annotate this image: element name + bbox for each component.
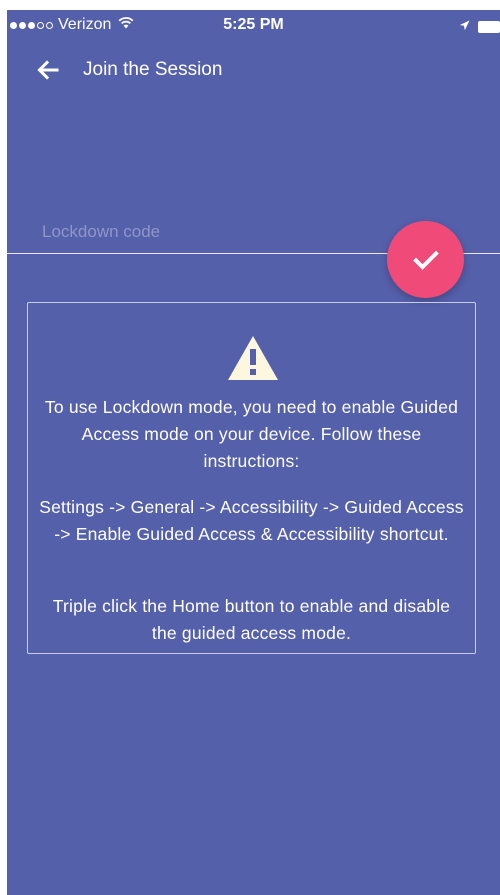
- arrow-left-icon: [37, 60, 59, 80]
- page-title: Join the Session: [83, 59, 223, 80]
- location-arrow-icon: [459, 18, 470, 36]
- status-bar: Verizon 5:25 PM: [7, 10, 500, 40]
- warning-triangle-icon: [227, 335, 279, 386]
- submit-button[interactable]: [387, 221, 464, 298]
- info-paragraph-enable: To use Lockdown mode, you need to enable…: [44, 397, 459, 471]
- status-right: [459, 18, 500, 36]
- battery-icon: [478, 21, 500, 33]
- app-screen: Verizon 5:25 PM Join the Session Lockdow…: [7, 10, 500, 895]
- back-button[interactable]: [35, 56, 63, 84]
- info-paragraph-triple-click: Triple click the Home button to enable a…: [52, 596, 451, 643]
- guided-access-info-box: To use Lockdown mode, you need to enable…: [27, 302, 476, 654]
- app-bar: Join the Session: [7, 52, 500, 88]
- info-paragraph-settings-path: Settings -> General -> Accessibility -> …: [39, 497, 464, 544]
- status-time: 5:25 PM: [223, 16, 284, 33]
- checkmark-icon: [412, 250, 439, 270]
